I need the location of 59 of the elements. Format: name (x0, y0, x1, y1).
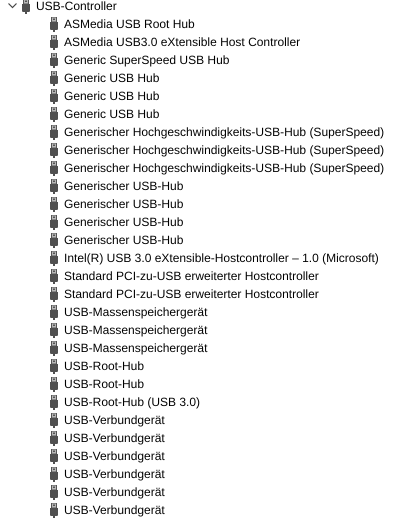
usb-plug-icon (50, 376, 58, 392)
tree-item-label[interactable]: Generic USB Hub (64, 88, 160, 104)
usb-plug-icon (50, 502, 58, 518)
usb-plug-icon (50, 430, 58, 446)
tree-item-label[interactable]: Generischer Hochgeschwindigkeits-USB-Hub (SuperSpeed) (64, 142, 384, 158)
tree-item-label[interactable]: USB-Verbundgerät (64, 430, 165, 446)
usb-plug-icon (50, 70, 58, 86)
usb-plug-icon (50, 250, 58, 266)
usb-plug-icon (50, 394, 58, 410)
tree-item-label[interactable]: USB-Root-Hub (USB 3.0) (64, 394, 200, 410)
tree-item-label[interactable]: Generic USB Hub (64, 70, 160, 86)
tree-item-label[interactable]: Generischer Hochgeschwindigkeits-USB-Hub (SuperSpeed) (64, 160, 384, 176)
usb-plug-icon (50, 412, 58, 428)
usb-plug-icon (50, 124, 58, 140)
usb-plug-icon (50, 160, 58, 176)
tree-item-label[interactable]: Generischer USB-Hub (64, 214, 184, 230)
usb-plug-icon (50, 34, 58, 50)
tree-item-label[interactable]: USB-Controller (36, 0, 117, 14)
tree-item-label[interactable]: USB-Verbundgerät (64, 448, 165, 464)
usb-plug-icon (50, 286, 58, 302)
tree-item-label[interactable]: USB-Root-Hub (64, 358, 144, 374)
usb-plug-icon (50, 340, 58, 356)
tree-item-label[interactable]: Generic SuperSpeed USB Hub (64, 52, 230, 68)
tree-item-label[interactable]: USB-Verbundgerät (64, 502, 165, 518)
tree-item-label[interactable]: USB-Massenspeichergerät (64, 340, 208, 356)
usb-plug-icon (50, 322, 58, 338)
usb-plug-icon (50, 304, 58, 320)
usb-plug-icon (50, 178, 58, 194)
usb-plug-icon (50, 196, 58, 212)
tree-item-label[interactable]: Generic USB Hub (64, 106, 160, 122)
tree-item-label[interactable]: Generischer USB-Hub (64, 232, 184, 248)
usb-plug-icon (50, 232, 58, 248)
tree-item-label[interactable]: USB-Verbundgerät (64, 484, 165, 500)
usb-plug-icon (50, 52, 58, 68)
tree-item-label[interactable]: Generischer USB-Hub (64, 196, 184, 212)
tree-item-label[interactable]: ASMedia USB3.0 eXtensible Host Controller (64, 34, 300, 50)
usb-plug-icon (50, 88, 58, 104)
usb-plug-icon (50, 268, 58, 284)
usb-plug-icon (50, 358, 58, 374)
usb-plug-icon (50, 142, 58, 158)
chevron-down-icon[interactable] (8, 3, 16, 9)
tree-item-label[interactable]: USB-Root-Hub (64, 376, 144, 392)
tree-item-label[interactable]: USB-Massenspeichergerät (64, 304, 208, 320)
usb-plug-icon (50, 448, 58, 464)
tree-item-label[interactable]: Standard PCI-zu-USB erweiterter Hostcontroller (64, 286, 319, 302)
tree-item-label[interactable]: USB-Verbundgerät (64, 412, 165, 428)
usb-plug-icon (50, 16, 58, 32)
tree-item-label[interactable]: Generischer USB-Hub (64, 178, 184, 194)
tree-item-label[interactable]: ASMedia USB Root Hub (64, 16, 195, 32)
usb-plug-icon (50, 214, 58, 230)
usb-plug-icon (22, 0, 30, 14)
tree-item-label[interactable]: Standard PCI-zu-USB erweiterter Hostcontroller (64, 268, 319, 284)
usb-plug-icon (50, 484, 58, 500)
usb-plug-icon (50, 466, 58, 482)
tree-item-label[interactable]: Intel(R) USB 3.0 eXtensible-Hostcontroller – 1.0 (Microsoft) (64, 250, 379, 266)
tree-item-label[interactable]: USB-Verbundgerät (64, 466, 165, 482)
tree-item-label[interactable]: Generischer Hochgeschwindigkeits-USB-Hub (SuperSpeed) (64, 124, 384, 140)
tree-item-label[interactable]: USB-Massenspeichergerät (64, 322, 208, 338)
usb-plug-icon (50, 106, 58, 122)
